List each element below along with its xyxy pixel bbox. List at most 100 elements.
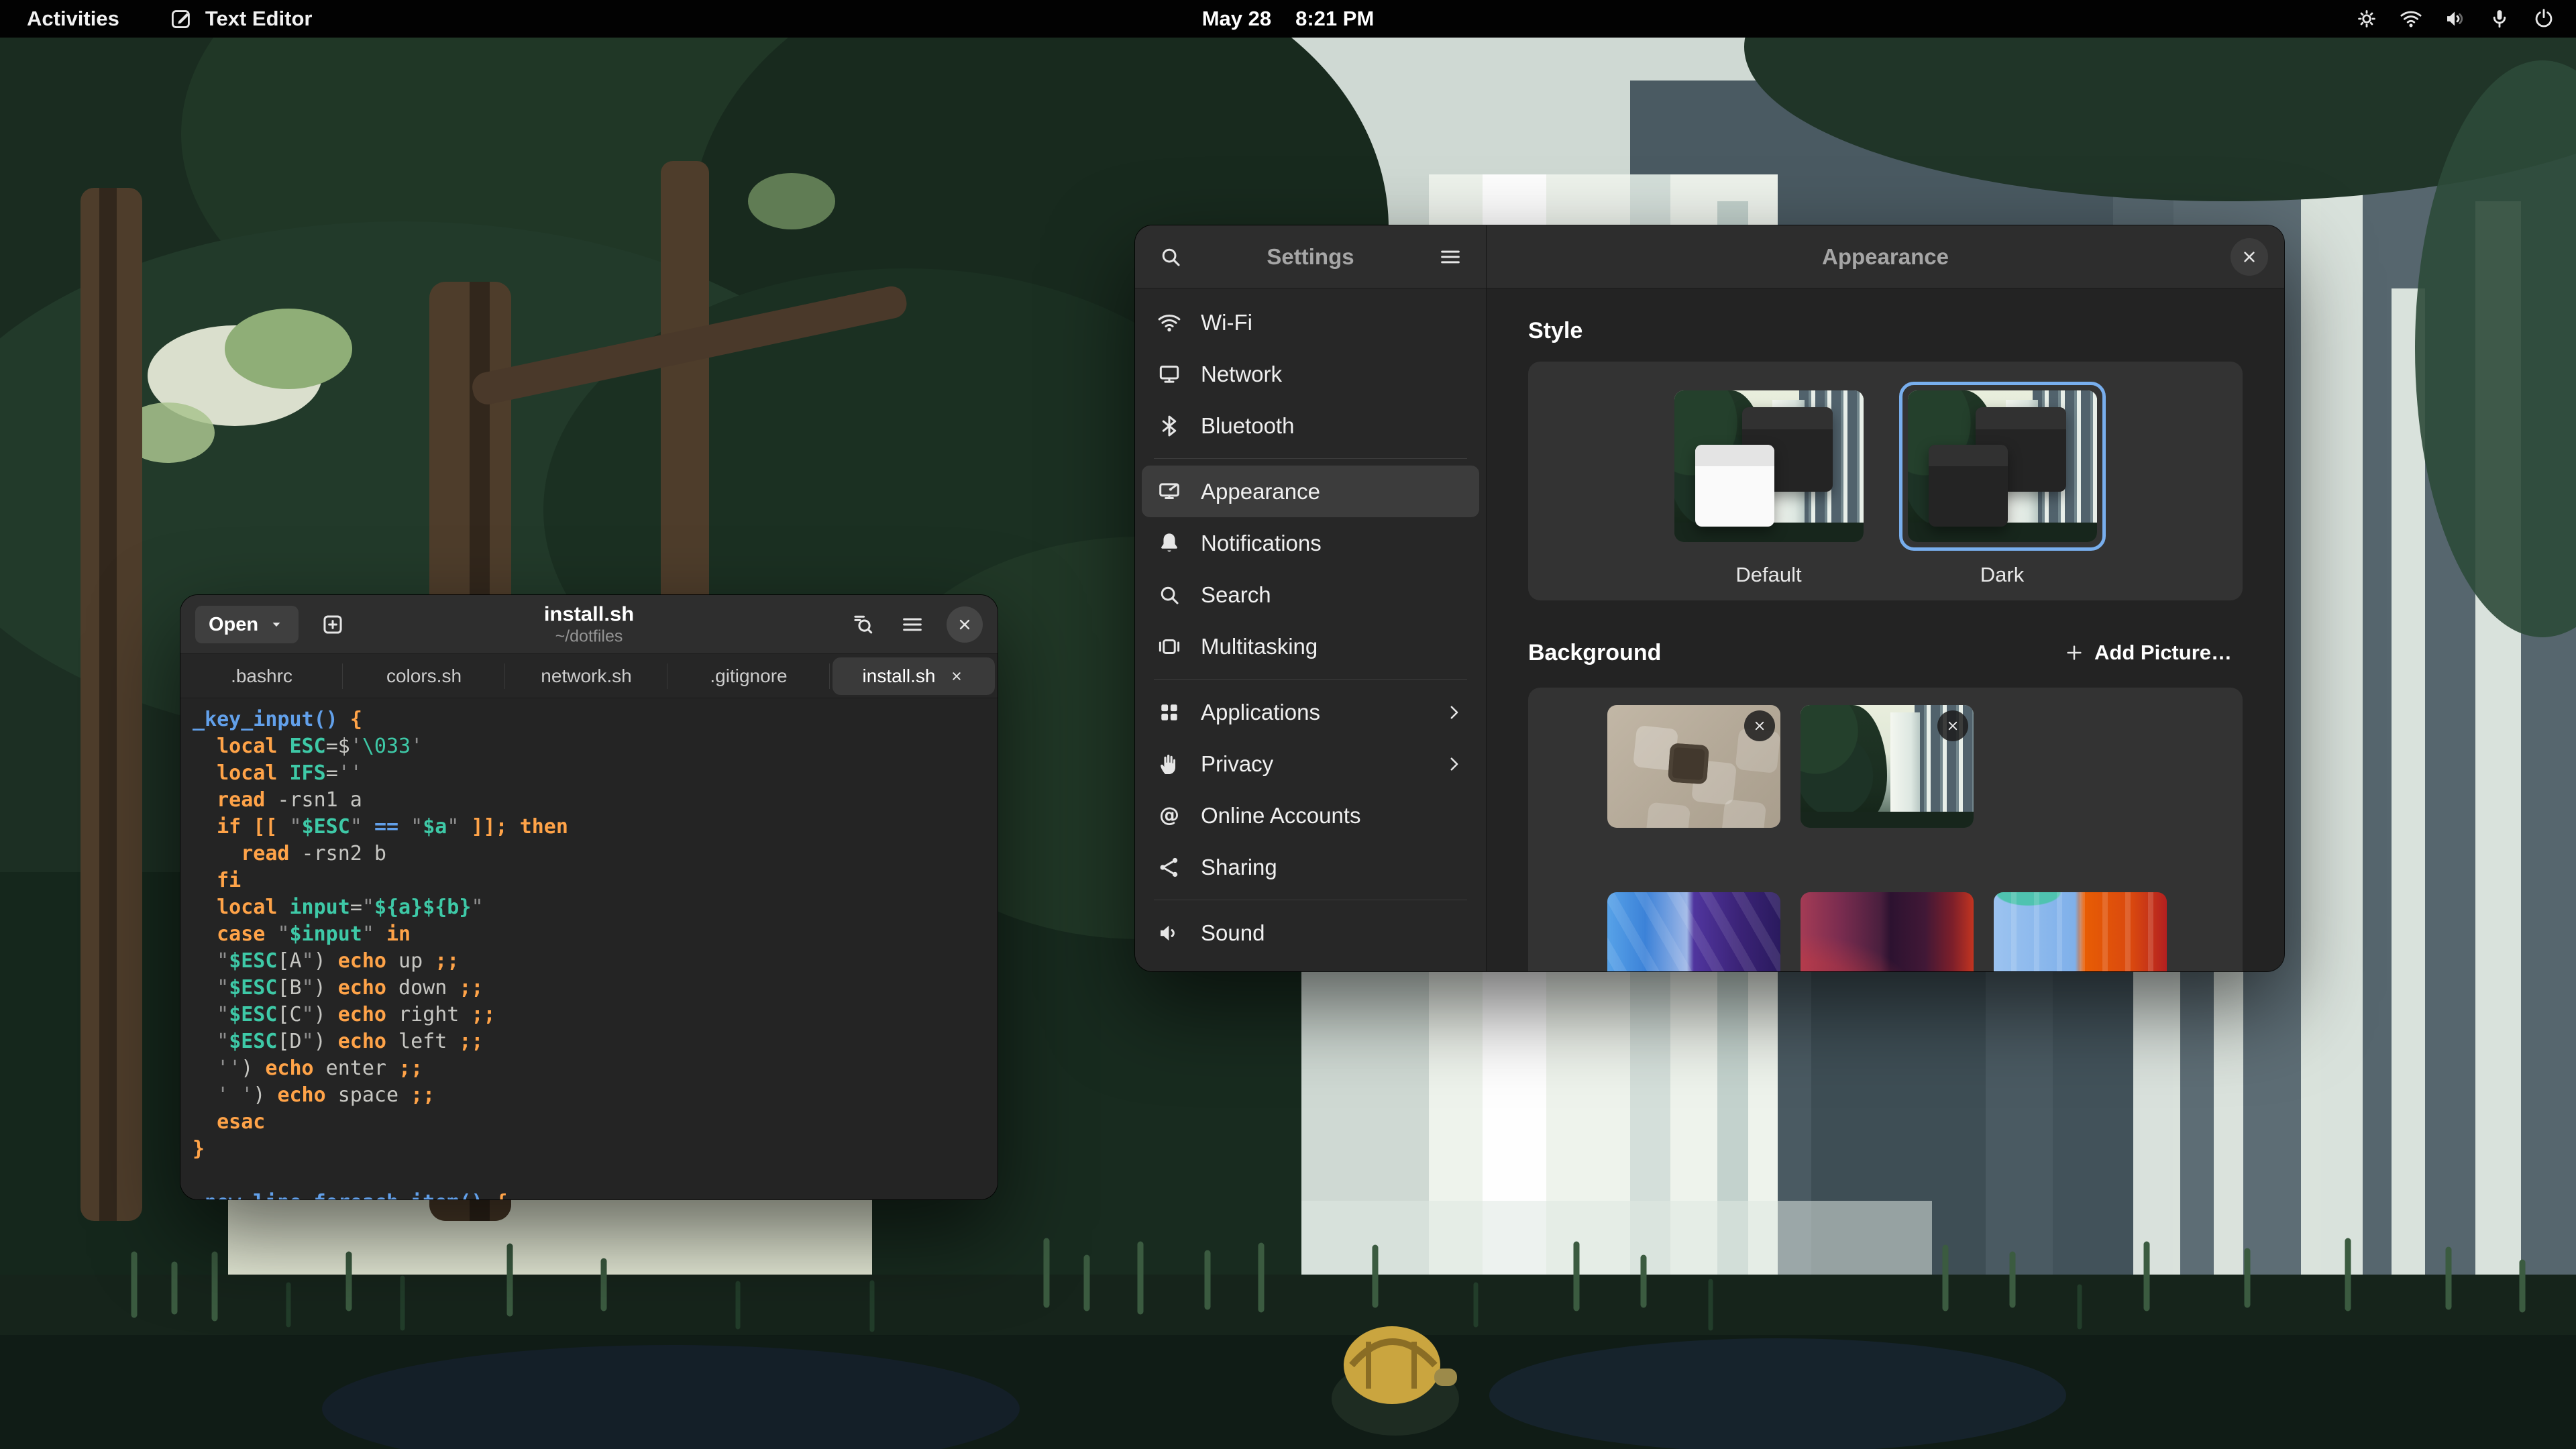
search-icon[interactable] bbox=[1154, 240, 1187, 274]
mini-window-front bbox=[1929, 445, 2008, 527]
code-line: local IFS='' bbox=[193, 760, 998, 787]
remove-wallpaper-button[interactable] bbox=[1744, 710, 1775, 741]
tab-label: colors.sh bbox=[386, 665, 462, 687]
open-button[interactable]: Open bbox=[195, 606, 299, 643]
tab-colors-sh[interactable]: colors.sh bbox=[343, 654, 505, 698]
code-line: local ESC=$'\033' bbox=[193, 733, 998, 760]
sharing-icon bbox=[1157, 855, 1182, 880]
editor-menu-icon[interactable] bbox=[897, 609, 928, 640]
sidebar-header: Settings bbox=[1135, 225, 1486, 288]
tab-label: .gitignore bbox=[710, 665, 787, 687]
appearance-icon bbox=[1157, 479, 1182, 504]
code-line: case "$input" in bbox=[193, 921, 998, 948]
style-default-thumbnail[interactable] bbox=[1674, 390, 1864, 542]
sidebar-item-privacy[interactable]: Privacy bbox=[1142, 738, 1479, 790]
tab-close-icon[interactable] bbox=[949, 668, 965, 684]
blue-orange-drips-wallpaper[interactable] bbox=[1994, 892, 2167, 971]
code-line: _new_line_foreach_item() { bbox=[193, 1189, 998, 1199]
text-editor-icon bbox=[169, 7, 193, 31]
document-name: install.sh bbox=[544, 603, 634, 626]
code-line: if [[ "$ESC" == "$a" ]]; then bbox=[193, 814, 998, 841]
sidebar-item-label: Wi-Fi bbox=[1201, 310, 1252, 335]
sidebar-item-label: Privacy bbox=[1201, 751, 1273, 777]
sidebar-item-bluetooth[interactable]: Bluetooth bbox=[1142, 400, 1479, 451]
plus-icon bbox=[2063, 642, 2085, 663]
focused-app-menu[interactable]: Text Editor bbox=[169, 7, 313, 31]
microphone-icon bbox=[2487, 7, 2512, 31]
tab-gitignore[interactable]: .gitignore bbox=[667, 654, 830, 698]
code-line bbox=[193, 1163, 998, 1189]
blue-purple-geometric-wallpaper[interactable] bbox=[1607, 892, 1780, 971]
document-title: install.sh ~/dotfiles bbox=[544, 603, 634, 647]
background-card bbox=[1528, 688, 2243, 971]
style-option-dark[interactable]: Dark bbox=[1899, 382, 2106, 600]
focused-app-name: Text Editor bbox=[205, 7, 313, 31]
night-light-icon bbox=[2355, 7, 2379, 31]
sidebar-item-label: Multitasking bbox=[1201, 634, 1318, 659]
mini-window-front bbox=[1695, 445, 1774, 527]
add-picture-button[interactable]: Add Picture… bbox=[2053, 634, 2243, 672]
new-tab-icon[interactable] bbox=[317, 609, 348, 640]
editor-header: Open install.sh ~/dotfiles bbox=[180, 595, 998, 654]
sidebar-item-label: Notifications bbox=[1201, 531, 1322, 556]
background-section-label: Background bbox=[1528, 640, 1661, 666]
system-status-area[interactable] bbox=[2355, 7, 2556, 31]
style-option-label: Default bbox=[1735, 563, 1801, 587]
power-icon bbox=[2532, 7, 2556, 31]
sidebar-item-label: Sound bbox=[1201, 920, 1265, 946]
sidebar-title: Settings bbox=[1267, 244, 1354, 270]
document-search-icon[interactable] bbox=[847, 609, 878, 640]
clock[interactable]: May 28 8:21 PM bbox=[1202, 0, 1375, 38]
sidebar-item-sound[interactable]: Sound bbox=[1142, 907, 1479, 959]
top-bar: Activities Text Editor May 28 8:21 PM bbox=[0, 0, 2576, 38]
sidebar-item-multitasking[interactable]: Multitasking bbox=[1142, 621, 1479, 672]
sidebar-item-appearance[interactable]: Appearance bbox=[1142, 466, 1479, 517]
close-icon bbox=[955, 614, 975, 635]
sidebar-item-sharing[interactable]: Sharing bbox=[1142, 841, 1479, 893]
forest-waterfall-wallpaper[interactable] bbox=[1801, 705, 1974, 828]
wallpaper-row bbox=[1607, 892, 2243, 971]
sidebar-item-label: Applications bbox=[1201, 700, 1320, 725]
code-line: read -rsn2 b bbox=[193, 841, 998, 867]
chevron-right-icon bbox=[1443, 702, 1464, 723]
style-option-default[interactable]: Default bbox=[1666, 382, 1872, 600]
style-dark-thumbnail[interactable] bbox=[1908, 390, 2097, 542]
sidebar-item-network[interactable]: Network bbox=[1142, 348, 1479, 400]
tab-bar: .bashrc colors.sh network.sh .gitignore inst… bbox=[180, 654, 998, 698]
sidebar-item-label: Appearance bbox=[1201, 479, 1320, 504]
tab-install-sh[interactable]: install.sh bbox=[833, 657, 995, 695]
red-maroon-waves-wallpaper[interactable] bbox=[1801, 892, 1974, 971]
code-line: "$ESC[B") echo down ;; bbox=[193, 975, 998, 1002]
code-line: ' ') echo space ;; bbox=[193, 1082, 998, 1109]
wifi-icon bbox=[1157, 310, 1182, 335]
tab-bashrc[interactable]: .bashrc bbox=[180, 654, 343, 698]
sidebar-list: Wi-Fi Network Bluetooth Appearance Notificat… bbox=[1135, 288, 1486, 971]
sidebar-item-applications[interactable]: Applications bbox=[1142, 686, 1479, 738]
code-area[interactable]: _key_input() { local ESC=$'\033' local I… bbox=[180, 698, 998, 1199]
code-line: } bbox=[193, 1136, 998, 1163]
privacy-icon bbox=[1157, 751, 1182, 777]
main-menu-icon[interactable] bbox=[1434, 240, 1467, 274]
online-accounts-icon: @ bbox=[1157, 803, 1182, 828]
style-section-label: Style bbox=[1528, 318, 2243, 344]
tab-label: install.sh bbox=[863, 665, 936, 687]
settings-sidebar: Settings Wi-Fi Network Bluetooth Appearance… bbox=[1135, 225, 1487, 971]
close-button[interactable] bbox=[2231, 238, 2268, 276]
tab-network-sh[interactable]: network.sh bbox=[505, 654, 667, 698]
light-abstract-wallpaper[interactable] bbox=[1607, 705, 1780, 828]
remove-wallpaper-button[interactable] bbox=[1937, 710, 1968, 741]
sidebar-item-wi-fi[interactable]: Wi-Fi bbox=[1142, 297, 1479, 348]
close-icon bbox=[1944, 717, 1962, 735]
sidebar-item-search[interactable]: Search bbox=[1142, 569, 1479, 621]
activities-button[interactable]: Activities bbox=[20, 4, 126, 34]
sidebar-item-power[interactable]: Power bbox=[1142, 959, 1479, 971]
wifi-icon bbox=[2399, 7, 2423, 31]
close-icon bbox=[2239, 246, 2260, 268]
notifications-icon bbox=[1157, 531, 1182, 556]
editor-close-button[interactable] bbox=[947, 606, 983, 643]
sidebar-item-online-accounts[interactable]: @ Online Accounts bbox=[1142, 790, 1479, 841]
sidebar-item-label: Online Accounts bbox=[1201, 803, 1360, 828]
panel-body: Style Default Dark Background Ad bbox=[1487, 288, 2284, 971]
sidebar-item-label: Bluetooth bbox=[1201, 413, 1294, 439]
sidebar-item-notifications[interactable]: Notifications bbox=[1142, 517, 1479, 569]
